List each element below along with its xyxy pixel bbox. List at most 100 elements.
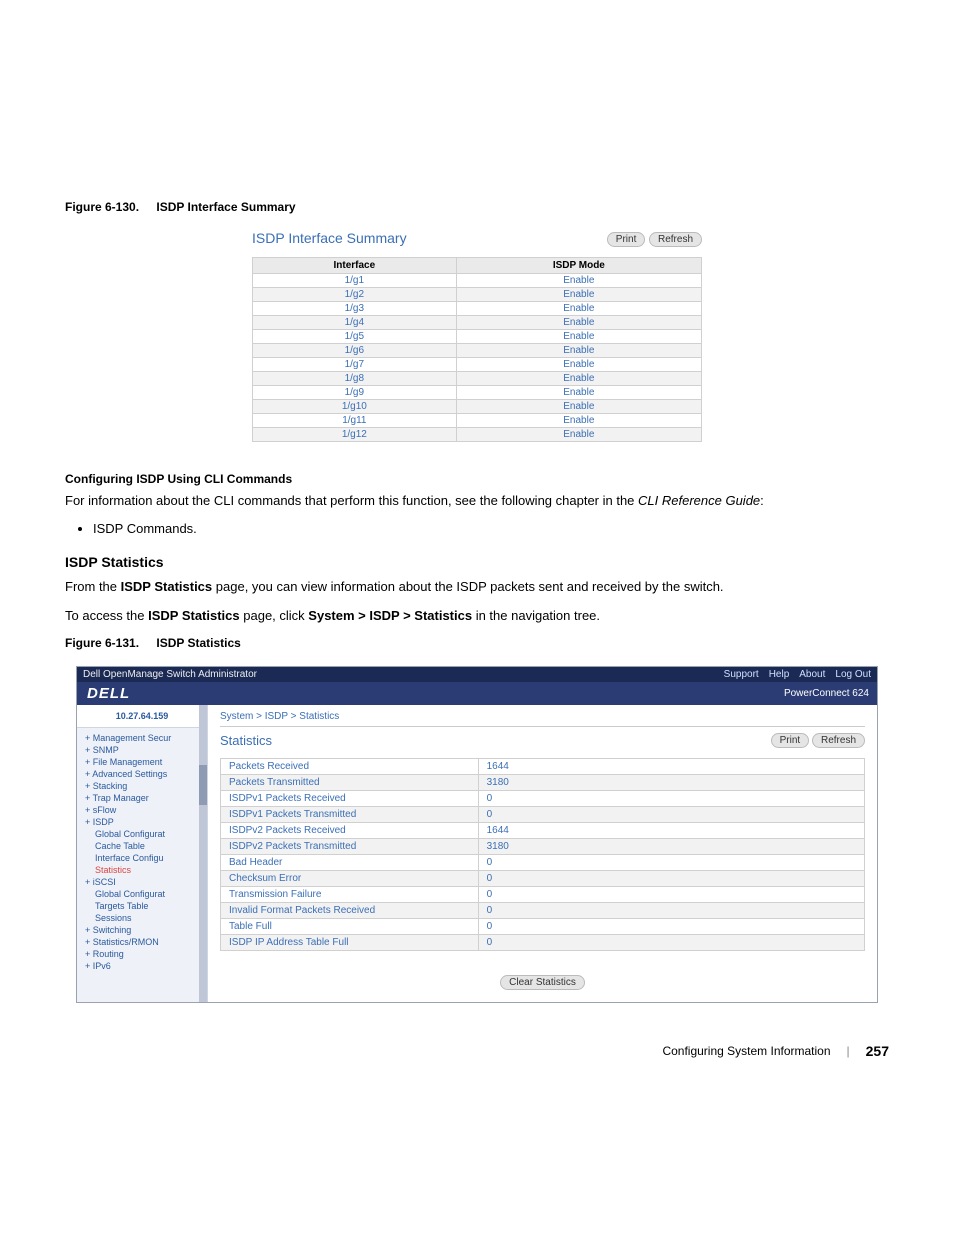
sidebar-item-global-configurat[interactable]: Global Configurat bbox=[85, 828, 203, 840]
product-name: PowerConnect 624 bbox=[784, 688, 869, 699]
table-row: Table Full0 bbox=[221, 918, 865, 934]
stats-p1-b: ISDP Statistics bbox=[121, 579, 213, 594]
cell-interface: 1/g1 bbox=[253, 274, 457, 288]
cell-interface: 1/g11 bbox=[253, 414, 457, 428]
panel-title: ISDP Interface Summary bbox=[252, 230, 407, 246]
statistics-table: Packets Received1644Packets Transmitted3… bbox=[220, 758, 865, 951]
stats-p2-e: in the navigation tree. bbox=[472, 608, 600, 623]
cell-interface: 1/g2 bbox=[253, 288, 457, 302]
col-isdp-mode-header: ISDP Mode bbox=[456, 258, 701, 274]
stat-value: 0 bbox=[478, 854, 864, 870]
stat-label: ISDPv1 Packets Received bbox=[221, 790, 479, 806]
col-interface-header: Interface bbox=[253, 258, 457, 274]
cli-text-2: : bbox=[760, 493, 764, 508]
cell-isdp-mode: Enable bbox=[456, 316, 701, 330]
sidebar-item-iscsi[interactable]: + iSCSI bbox=[85, 876, 203, 888]
sidebar-item-advanced-settings[interactable]: + Advanced Settings bbox=[85, 768, 203, 780]
table-row: 1/g6Enable bbox=[253, 344, 702, 358]
sidebar-item-stacking[interactable]: + Stacking bbox=[85, 780, 203, 792]
sidebar-item-interface-configu[interactable]: Interface Configu bbox=[85, 852, 203, 864]
table-row: 1/g2Enable bbox=[253, 288, 702, 302]
logo-row: DELL PowerConnect 624 bbox=[77, 682, 877, 705]
cell-interface: 1/g6 bbox=[253, 344, 457, 358]
figure-label-130: Figure 6-130. bbox=[65, 200, 139, 214]
sidebar-item-isdp[interactable]: + ISDP bbox=[85, 816, 203, 828]
sidebar-item-management-secur[interactable]: + Management Secur bbox=[85, 732, 203, 744]
topbar-link-log-out[interactable]: Log Out bbox=[835, 669, 871, 680]
table-row: 1/g9Enable bbox=[253, 386, 702, 400]
page-footer: Configuring System Information | 257 bbox=[65, 1043, 889, 1059]
isdp-statistics-heading: ISDP Statistics bbox=[65, 554, 889, 570]
figure-title-131: ISDP Statistics bbox=[156, 636, 240, 650]
sidebar-item-global-configurat[interactable]: Global Configurat bbox=[85, 888, 203, 900]
cli-bullet-list: ISDP Commands. bbox=[93, 521, 889, 536]
stat-label: ISDP IP Address Table Full bbox=[221, 934, 479, 950]
sidebar-item-statistics[interactable]: Statistics bbox=[85, 864, 203, 876]
topbar-link-help[interactable]: Help bbox=[769, 669, 790, 680]
table-row: Packets Transmitted3180 bbox=[221, 774, 865, 790]
stat-label: Packets Transmitted bbox=[221, 774, 479, 790]
sidebar-item-trap-manager[interactable]: + Trap Manager bbox=[85, 792, 203, 804]
cli-text-1: For information about the CLI commands t… bbox=[65, 493, 638, 508]
figure-label-131: Figure 6-131. bbox=[65, 636, 139, 650]
cell-interface: 1/g4 bbox=[253, 316, 457, 330]
sidebar-item-cache-table[interactable]: Cache Table bbox=[85, 840, 203, 852]
stats-p2-c: page, click bbox=[240, 608, 309, 623]
clear-statistics-button[interactable]: Clear Statistics bbox=[500, 975, 585, 990]
sidebar-scrollbar[interactable] bbox=[199, 705, 207, 1002]
print-button[interactable]: Print bbox=[771, 733, 810, 748]
nav-sidebar: 10.27.64.159 + Management Secur+ SNMP+ F… bbox=[77, 705, 208, 1002]
sidebar-scroll-thumb[interactable] bbox=[199, 765, 207, 805]
stats-paragraph-2: To access the ISDP Statistics page, clic… bbox=[65, 607, 889, 626]
stat-value: 0 bbox=[478, 886, 864, 902]
topbar-link-about[interactable]: About bbox=[799, 669, 825, 680]
cell-isdp-mode: Enable bbox=[456, 372, 701, 386]
table-row: Invalid Format Packets Received0 bbox=[221, 902, 865, 918]
stat-value: 0 bbox=[478, 934, 864, 950]
sidebar-item-switching[interactable]: + Switching bbox=[85, 924, 203, 936]
sidebar-item-sessions[interactable]: Sessions bbox=[85, 912, 203, 924]
sidebar-item-targets-table[interactable]: Targets Table bbox=[85, 900, 203, 912]
table-row: Packets Received1644 bbox=[221, 758, 865, 774]
stat-value: 3180 bbox=[478, 774, 864, 790]
stat-label: ISDPv1 Packets Transmitted bbox=[221, 806, 479, 822]
table-row: 1/g10Enable bbox=[253, 400, 702, 414]
cell-isdp-mode: Enable bbox=[456, 358, 701, 372]
stat-value: 0 bbox=[478, 790, 864, 806]
stats-p1-a: From the bbox=[65, 579, 121, 594]
table-row: 1/g1Enable bbox=[253, 274, 702, 288]
cell-isdp-mode: Enable bbox=[456, 386, 701, 400]
table-row: ISDPv1 Packets Transmitted0 bbox=[221, 806, 865, 822]
isdp-interface-summary-panel: ISDP Interface Summary Print Refresh Int… bbox=[252, 230, 702, 442]
app-title: Dell OpenManage Switch Administrator bbox=[83, 669, 257, 680]
stat-value: 1644 bbox=[478, 822, 864, 838]
stat-label: Checksum Error bbox=[221, 870, 479, 886]
sidebar-item-routing[interactable]: + Routing bbox=[85, 948, 203, 960]
table-row: 1/g8Enable bbox=[253, 372, 702, 386]
cell-isdp-mode: Enable bbox=[456, 428, 701, 442]
refresh-button[interactable]: Refresh bbox=[812, 733, 865, 748]
isdp-statistics-screenshot: Dell OpenManage Switch Administrator Sup… bbox=[76, 666, 878, 1003]
cell-interface: 1/g12 bbox=[253, 428, 457, 442]
stat-value: 3180 bbox=[478, 838, 864, 854]
sidebar-item-ipv6[interactable]: + IPv6 bbox=[85, 960, 203, 972]
print-button[interactable]: Print bbox=[607, 232, 646, 247]
sidebar-item-snmp[interactable]: + SNMP bbox=[85, 744, 203, 756]
footer-separator: | bbox=[847, 1044, 850, 1058]
cli-guide-ref: CLI Reference Guide bbox=[638, 493, 760, 508]
cell-isdp-mode: Enable bbox=[456, 400, 701, 414]
sidebar-item-statistics-rmon[interactable]: + Statistics/RMON bbox=[85, 936, 203, 948]
stat-value: 0 bbox=[478, 918, 864, 934]
cli-paragraph: For information about the CLI commands t… bbox=[65, 492, 889, 511]
sidebar-item-file-management[interactable]: + File Management bbox=[85, 756, 203, 768]
topbar-link-support[interactable]: Support bbox=[724, 669, 759, 680]
stat-label: ISDPv2 Packets Received bbox=[221, 822, 479, 838]
stat-label: Packets Received bbox=[221, 758, 479, 774]
cell-isdp-mode: Enable bbox=[456, 344, 701, 358]
table-row: ISDPv1 Packets Received0 bbox=[221, 790, 865, 806]
table-row: ISDPv2 Packets Transmitted3180 bbox=[221, 838, 865, 854]
stats-paragraph-1: From the ISDP Statistics page, you can v… bbox=[65, 578, 889, 597]
refresh-button[interactable]: Refresh bbox=[649, 232, 702, 247]
cell-isdp-mode: Enable bbox=[456, 288, 701, 302]
sidebar-item-sflow[interactable]: + sFlow bbox=[85, 804, 203, 816]
